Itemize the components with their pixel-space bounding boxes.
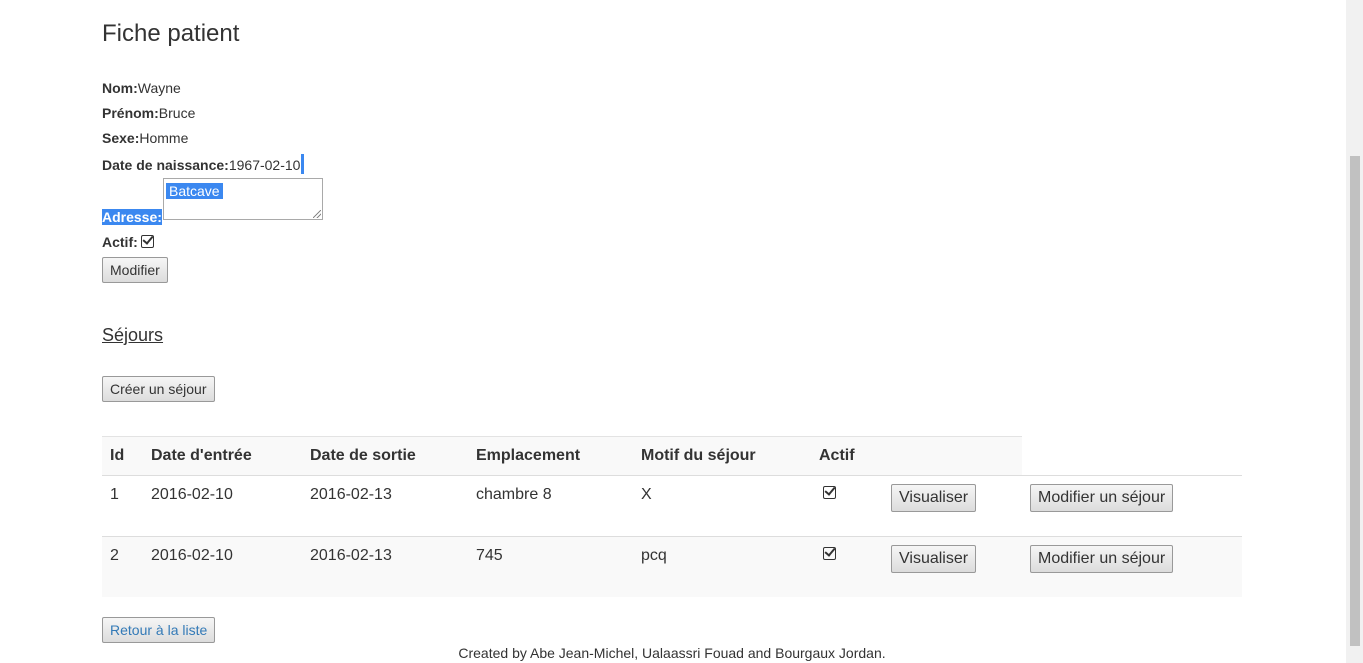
field-actif: Actif:	[102, 233, 154, 251]
header-date-entree: Date d'entrée	[151, 447, 252, 464]
header-emplacement: Emplacement	[476, 447, 581, 464]
cell-date-sortie: 2016-02-13	[310, 547, 392, 564]
cell-motif: X	[641, 486, 652, 503]
text-selection-caret	[301, 154, 305, 174]
header-id: Id	[110, 447, 125, 464]
retour-liste-button[interactable]: Retour à la liste	[102, 617, 216, 643]
field-naissance: Date de naissance:1967-02-10	[102, 154, 305, 174]
creer-sejour-button[interactable]: Créer un séjour	[102, 376, 215, 402]
cell-id: 1	[110, 486, 119, 503]
adresse-value: Batcave	[166, 183, 223, 199]
cell-date-entree: 2016-02-10	[151, 547, 233, 564]
modifier-sejour-button[interactable]: Modifier un séjour	[1030, 545, 1174, 573]
vertical-scrollbar[interactable]	[1346, 0, 1363, 663]
cell-emplacement: 745	[476, 547, 503, 564]
footer-credits: Created by Abe Jean-Michel, Ualaassri Fo…	[458, 645, 886, 661]
table-row: 2 2016-02-10 2016-02-13 745 pcq Visualis…	[102, 536, 1242, 597]
actif-label: Actif:	[102, 234, 138, 250]
cell-motif: pcq	[641, 547, 667, 564]
naissance-label: Date de naissance:	[102, 157, 229, 173]
header-actif: Actif	[819, 447, 855, 464]
table-header: Id Date d'entrée Date de sortie Emplacem…	[102, 436, 1022, 476]
nom-value: Wayne	[137, 80, 181, 96]
table-row: 1 2016-02-10 2016-02-13 chambre 8 X Visu…	[102, 475, 1242, 536]
sexe-value: Homme	[139, 130, 189, 146]
patient-page: Fiche patient Nom:Wayne Prénom:Bruce Sex…	[102, 0, 1242, 663]
sexe-label: Sexe:	[102, 130, 140, 146]
visualiser-button[interactable]: Visualiser	[891, 545, 977, 573]
nom-label: Nom:	[102, 80, 138, 96]
modifier-button[interactable]: Modifier	[102, 257, 168, 283]
header-motif: Motif du séjour	[641, 447, 756, 464]
field-nom: Nom:Wayne	[102, 79, 181, 97]
sejours-heading: Séjours	[102, 325, 164, 345]
cell-date-sortie: 2016-02-13	[310, 486, 392, 503]
field-sexe: Sexe:Homme	[102, 129, 188, 147]
visualiser-button[interactable]: Visualiser	[891, 484, 977, 512]
cell-emplacement: chambre 8	[476, 486, 552, 503]
field-adresse: Adresse:	[102, 208, 162, 226]
cell-date-entree: 2016-02-10	[151, 486, 233, 503]
prenom-value: Bruce	[158, 105, 196, 121]
header-date-sortie: Date de sortie	[310, 447, 416, 464]
prenom-label: Prénom:	[102, 105, 159, 121]
naissance-value: 1967-02-10	[228, 157, 301, 173]
check-square-icon	[823, 486, 836, 499]
modifier-sejour-button[interactable]: Modifier un séjour	[1030, 484, 1174, 512]
page-title: Fiche patient	[102, 20, 240, 47]
scrollbar-thumb[interactable]	[1350, 156, 1360, 646]
field-prenom: Prénom:Bruce	[102, 104, 195, 122]
check-square-icon	[140, 235, 154, 248]
adresse-textarea[interactable]: Batcave	[163, 178, 323, 220]
cell-id: 2	[110, 547, 119, 564]
adresse-label: Adresse:	[102, 209, 162, 225]
check-square-icon	[823, 547, 836, 560]
resize-grip-icon[interactable]	[313, 210, 321, 218]
